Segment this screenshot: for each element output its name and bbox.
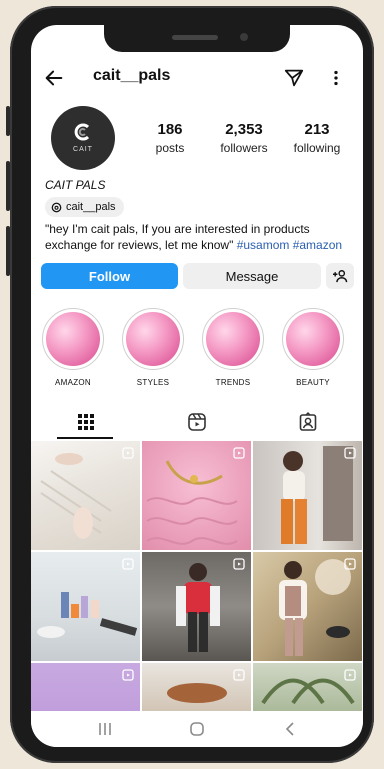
add-user-icon — [333, 270, 348, 283]
reel-badge-icon — [122, 558, 134, 570]
post-thumbnail[interactable] — [142, 441, 251, 550]
tab-reels[interactable] — [142, 406, 252, 438]
profile-tabs — [31, 406, 363, 439]
suggest-user-button[interactable] — [326, 263, 354, 289]
display-name: CAIT PALS — [45, 178, 106, 192]
following-label: following — [293, 141, 341, 155]
back-nav-icon[interactable] — [283, 721, 299, 737]
screen: cait__pals CAIT 186 posts 2,353 follower… — [31, 25, 363, 747]
post-thumbnail[interactable] — [31, 441, 140, 550]
reel-badge-icon — [344, 447, 356, 459]
post-grid — [31, 441, 363, 747]
active-tab-indicator — [57, 437, 113, 439]
avatar[interactable]: CAIT — [51, 106, 115, 170]
post-thumbnail[interactable] — [253, 441, 362, 550]
highlight-label: STYLES — [136, 378, 170, 387]
reels-icon — [188, 413, 206, 431]
following-stat[interactable]: 213 following — [282, 121, 352, 155]
back-arrow-icon[interactable] — [43, 67, 65, 89]
reel-badge-icon — [122, 447, 134, 459]
tab-posts[interactable] — [31, 406, 141, 438]
system-nav-bar — [31, 711, 363, 747]
tagged-icon — [299, 412, 317, 431]
followers-label: followers — [220, 141, 268, 155]
threads-badge[interactable]: cait__pals — [45, 197, 124, 217]
highlight-label: AMAZON — [54, 378, 92, 387]
threads-icon — [51, 202, 62, 212]
notch — [104, 25, 290, 52]
following-count: 213 — [304, 121, 330, 138]
tab-tagged[interactable] — [253, 406, 363, 438]
side-button — [6, 226, 10, 276]
more-options-icon[interactable] — [329, 67, 343, 89]
reel-badge-icon — [233, 669, 245, 681]
reel-badge-icon — [344, 669, 356, 681]
post-thumbnail[interactable] — [253, 552, 362, 661]
home-icon[interactable] — [189, 721, 205, 737]
profile-username-title: cait__pals — [93, 67, 171, 84]
bio-hashtags[interactable]: #usamom #amazon — [237, 238, 342, 252]
posts-label: posts — [155, 141, 185, 155]
reel-badge-icon — [233, 447, 245, 459]
highlight-trends[interactable]: TRENDS — [202, 308, 264, 387]
posts-stat[interactable]: 186 posts — [135, 121, 205, 155]
avatar-text: CAIT — [73, 146, 93, 153]
posts-count: 186 — [157, 121, 183, 138]
post-thumbnail[interactable] — [31, 552, 140, 661]
send-icon[interactable] — [283, 67, 305, 89]
reel-badge-icon — [344, 558, 356, 570]
recent-apps-icon[interactable] — [97, 721, 113, 737]
message-button[interactable]: Message — [183, 263, 321, 289]
followers-stat[interactable]: 2,353 followers — [209, 121, 279, 155]
side-button — [6, 161, 10, 211]
highlight-amazon[interactable]: AMAZON — [42, 308, 104, 387]
brand-logo-icon — [74, 123, 90, 141]
highlight-label: TRENDS — [215, 378, 251, 387]
reel-badge-icon — [233, 558, 245, 570]
post-thumbnail[interactable] — [142, 552, 251, 661]
highlight-beauty[interactable]: BEAUTY — [282, 308, 344, 387]
side-button — [6, 106, 10, 136]
top-bar: cait__pals — [31, 65, 363, 93]
reel-badge-icon — [122, 669, 134, 681]
bio: "hey I'm cait pals, If you are intereste… — [45, 221, 351, 253]
grid-icon — [78, 414, 94, 430]
highlight-styles[interactable]: STYLES — [122, 308, 184, 387]
followers-count: 2,353 — [225, 121, 263, 138]
follow-button[interactable]: Follow — [41, 263, 178, 289]
threads-handle: cait__pals — [66, 201, 116, 213]
highlight-label: BEAUTY — [296, 378, 330, 387]
